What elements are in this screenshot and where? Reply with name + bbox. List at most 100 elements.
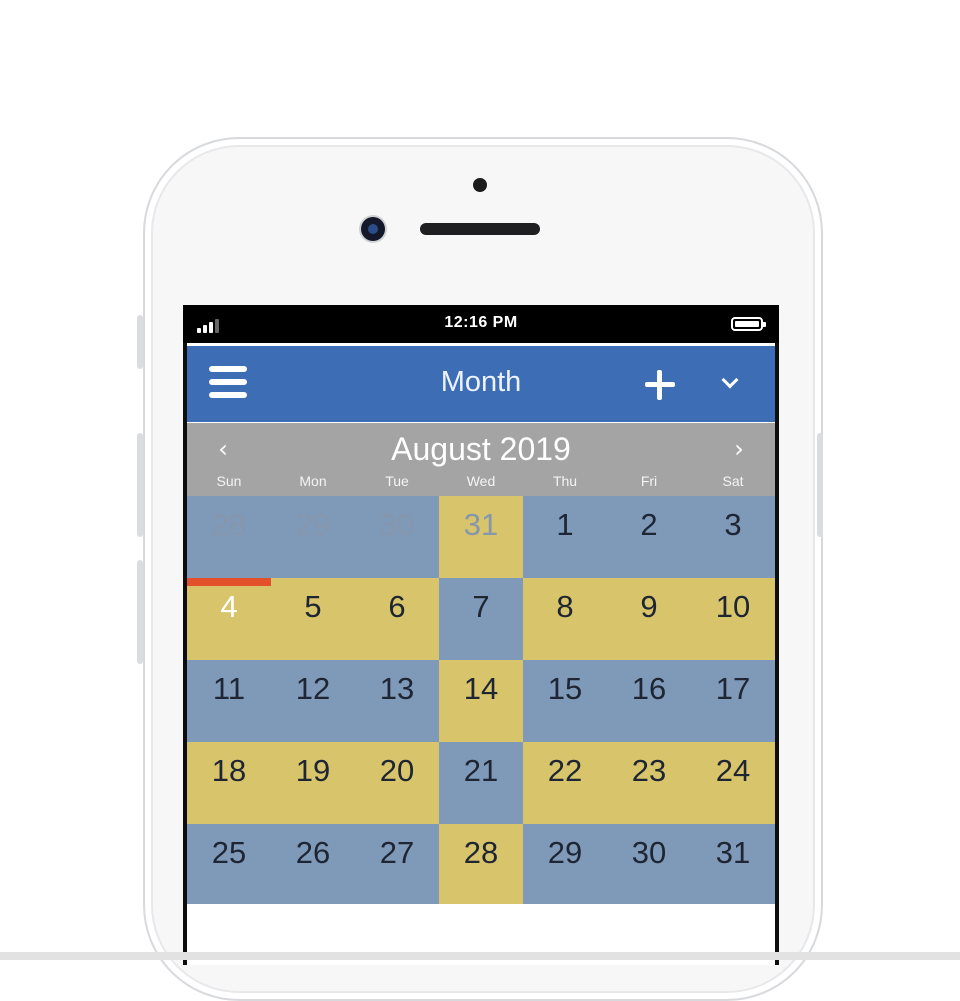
day-cell[interactable]: 11 [187, 660, 271, 742]
day-cell[interactable]: 8 [523, 578, 607, 660]
view-title: Month [440, 366, 522, 398]
status-bar: 12:16 PM [183, 305, 779, 343]
weekday-label: Fri [640, 473, 658, 489]
day-cell[interactable]: 13 [355, 660, 439, 742]
day-cell[interactable]: 25 [187, 824, 271, 906]
day-number: 24 [715, 753, 751, 788]
day-number: 20 [379, 753, 415, 788]
day-number: 2 [640, 507, 658, 542]
day-cell[interactable]: 24 [691, 742, 775, 824]
day-number: 21 [463, 753, 499, 788]
month-day-grid: 28 29 30 31 1 2 3 4 5 6 7 8 9 10 11 12 13 14 15 16 17 18 19 20 2… [187, 496, 775, 906]
day-number: 7 [472, 589, 490, 624]
day-number: 29 [295, 507, 331, 542]
weekday-label: Wed [466, 473, 496, 489]
day-number: 30 [631, 835, 667, 870]
day-cell[interactable]: 31 [691, 824, 775, 906]
front-camera [361, 217, 385, 241]
volume-up-button [137, 433, 143, 537]
day-cell[interactable]: 29 [523, 824, 607, 906]
day-cell[interactable]: 10 [691, 578, 775, 660]
day-number: 31 [463, 507, 499, 542]
mute-switch [137, 315, 143, 369]
day-cell[interactable]: 1 [523, 496, 607, 578]
day-number: 14 [463, 671, 499, 706]
day-number: 22 [547, 753, 583, 788]
status-time: 12:16 PM [444, 314, 518, 331]
day-number: 10 [715, 589, 751, 624]
day-number: 28 [211, 507, 247, 542]
plus-icon[interactable] [645, 370, 675, 400]
top-nav-bar: Month [187, 346, 775, 422]
day-cell[interactable]: 14 [439, 660, 523, 742]
day-number: 25 [211, 835, 247, 870]
day-number: 8 [556, 589, 574, 624]
day-cell[interactable]: 9 [607, 578, 691, 660]
day-cell[interactable]: 6 [355, 578, 439, 660]
day-cell[interactable]: 7 [439, 578, 523, 660]
day-cell[interactable]: 21 [439, 742, 523, 824]
day-number: 18 [211, 753, 247, 788]
calendar-app: Month ‹ August 2019 › Sun Mon Tue Wed Th… [187, 343, 775, 965]
proximity-sensor [473, 178, 487, 192]
day-cell[interactable]: 18 [187, 742, 271, 824]
day-number: 31 [715, 835, 751, 870]
day-cell[interactable]: 2 [607, 496, 691, 578]
day-number: 4 [220, 589, 238, 624]
day-number: 6 [388, 589, 406, 624]
earpiece-speaker [420, 223, 540, 235]
day-cell[interactable]: 20 [355, 742, 439, 824]
day-number: 17 [715, 671, 751, 706]
day-cell[interactable]: 26 [271, 824, 355, 906]
phone-screen: 12:16 PM Month ‹ August 2019 › Sun Mon T… [183, 305, 779, 965]
day-cell[interactable]: 22 [523, 742, 607, 824]
day-number: 29 [547, 835, 583, 870]
day-number: 28 [463, 835, 499, 870]
day-number: 1 [556, 507, 574, 542]
day-number: 5 [304, 589, 322, 624]
chevron-down-icon[interactable] [719, 372, 741, 394]
day-number: 9 [640, 589, 658, 624]
day-cell-today[interactable]: 4 [187, 578, 271, 660]
day-cell[interactable]: 27 [355, 824, 439, 906]
day-number: 30 [379, 507, 415, 542]
page-bottom-bar [0, 952, 960, 960]
volume-down-button [137, 560, 143, 664]
day-number: 16 [631, 671, 667, 706]
day-cell[interactable]: 15 [523, 660, 607, 742]
day-cell[interactable]: 30 [355, 496, 439, 578]
day-cell[interactable]: 12 [271, 660, 355, 742]
day-cell[interactable]: 28 [187, 496, 271, 578]
day-number: 15 [547, 671, 583, 706]
day-cell[interactable]: 23 [607, 742, 691, 824]
day-cell[interactable]: 28 [439, 824, 523, 906]
day-number: 27 [379, 835, 415, 870]
weekday-label: Tue [385, 473, 409, 489]
weekday-label: Sun [216, 473, 242, 489]
weekday-label: Sat [722, 473, 744, 489]
month-title: August 2019 [391, 431, 571, 467]
weekday-label: Thu [552, 473, 578, 489]
day-number: 26 [295, 835, 331, 870]
day-cell[interactable]: 17 [691, 660, 775, 742]
day-number: 11 [212, 671, 246, 706]
day-number: 3 [724, 507, 742, 542]
chevron-right-icon[interactable]: › [727, 435, 751, 463]
day-cell[interactable]: 3 [691, 496, 775, 578]
battery-icon [731, 317, 766, 331]
day-cell[interactable]: 29 [271, 496, 355, 578]
day-number: 12 [295, 671, 331, 706]
day-cell[interactable]: 30 [607, 824, 691, 906]
month-header: ‹ August 2019 › Sun Mon Tue Wed Thu Fri … [187, 423, 775, 496]
day-cell[interactable]: 16 [607, 660, 691, 742]
day-cell[interactable]: 19 [271, 742, 355, 824]
weekday-label: Mon [299, 473, 327, 489]
day-cell[interactable]: 31 [439, 496, 523, 578]
day-number: 23 [631, 753, 667, 788]
day-number: 19 [295, 753, 331, 788]
weekday-header-row: Sun Mon Tue Wed Thu Fri Sat [187, 473, 775, 493]
day-number: 13 [379, 671, 415, 706]
today-marker [187, 578, 271, 586]
power-button [817, 433, 823, 537]
day-cell[interactable]: 5 [271, 578, 355, 660]
